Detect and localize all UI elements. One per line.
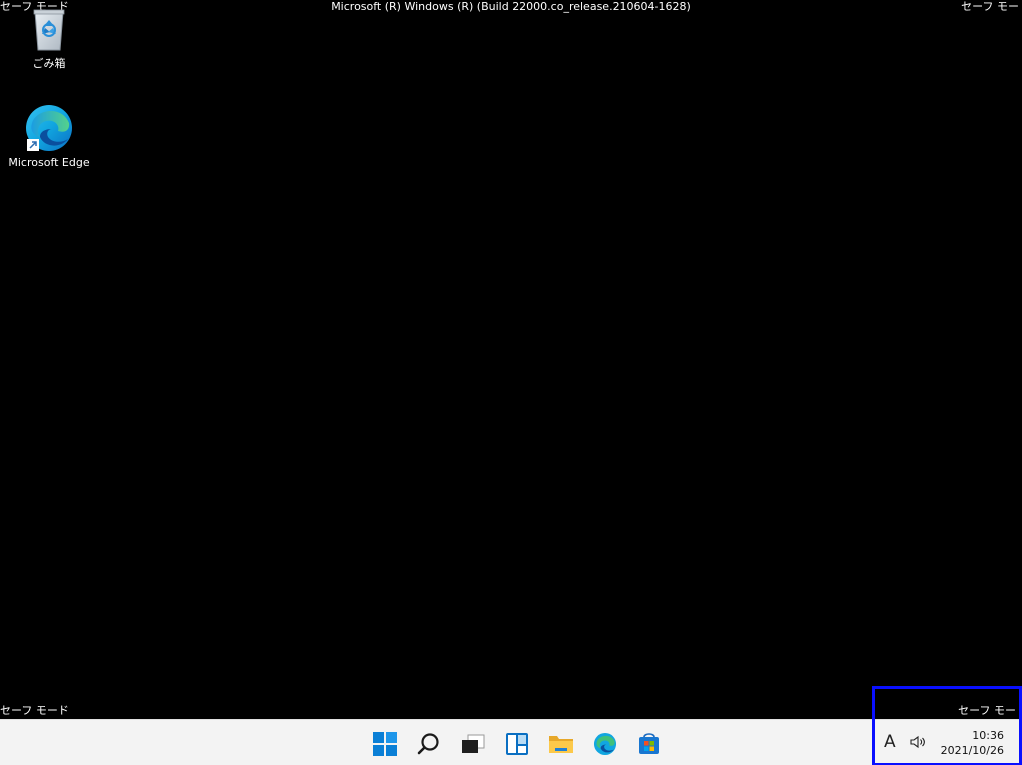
desktop-icon-label: ごみ箱	[32, 57, 66, 70]
recycle-bin-icon	[33, 9, 65, 51]
search-button[interactable]	[407, 729, 451, 759]
edge-icon	[26, 105, 72, 151]
task-view-icon	[462, 734, 485, 753]
clock-date: 2021/10/26	[940, 744, 1004, 757]
clock[interactable]: 10:36 2021/10/26	[941, 728, 1004, 758]
task-view-button[interactable]	[451, 729, 495, 759]
desktop-icon-recycle-bin[interactable]: ごみ箱	[4, 8, 94, 71]
taskbar	[0, 719, 1022, 765]
safe-mode-label-bottom-left: セーフ モード	[0, 704, 69, 717]
file-explorer-button[interactable]	[539, 729, 583, 759]
start-button[interactable]	[363, 729, 407, 759]
windows-logo-icon	[373, 732, 397, 756]
store-icon	[639, 733, 659, 754]
desktop-icon-microsoft-edge[interactable]: Microsoft Edge	[4, 103, 94, 169]
speaker-icon[interactable]	[910, 735, 928, 749]
edge-taskbar-button[interactable]	[583, 729, 627, 759]
folder-icon	[549, 736, 573, 753]
system-tray: A 10:36 2021/10/26	[874, 719, 1020, 765]
search-icon	[417, 733, 439, 755]
safe-mode-label-bottom-right: セーフ モー	[958, 704, 1016, 717]
desktop-icon-label: Microsoft Edge	[8, 156, 90, 169]
edge-icon	[593, 732, 617, 756]
widgets-button[interactable]	[495, 729, 539, 759]
taskbar-pinned-apps	[363, 729, 671, 759]
desktop: セーフ モード セーフ モー セーフ モード セーフ モー Microsoft …	[0, 0, 1022, 765]
build-info: Microsoft (R) Windows (R) (Build 22000.c…	[331, 0, 691, 13]
store-button[interactable]	[627, 729, 671, 759]
clock-time: 10:36	[972, 729, 1004, 742]
ime-indicator[interactable]: A	[884, 732, 896, 752]
widgets-icon	[506, 733, 528, 755]
